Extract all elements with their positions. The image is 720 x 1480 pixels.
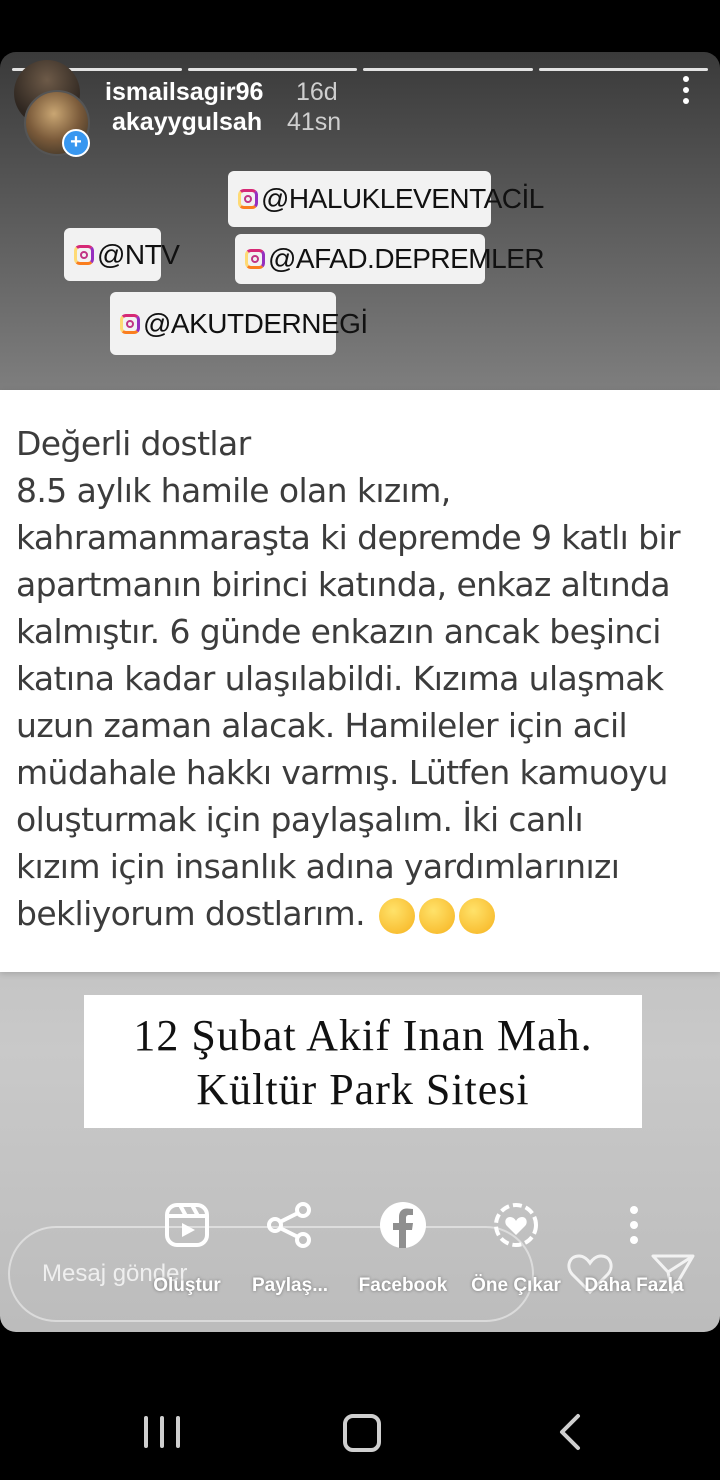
story-options-icon[interactable] xyxy=(680,76,692,110)
instagram-mention-icon xyxy=(120,313,140,334)
note-line: kalmıştır. 6 günde enkazın ancak beşinci xyxy=(16,612,661,651)
share-icon xyxy=(267,1202,311,1248)
sleepy-face-icon xyxy=(418,897,455,934)
mention-label: @HALUKLEVENTACİL xyxy=(261,183,544,214)
story-viewer[interactable]: + ismailsagir96 16d akayygulsah 41sn @HA… xyxy=(0,52,720,1332)
note-text: Değerli dostlar 8.5 aylık hamile olan kı… xyxy=(16,420,716,937)
note-line: oluşturmak için paylaşalım. İki canlı xyxy=(16,800,584,839)
recent-apps-icon[interactable] xyxy=(144,1416,180,1448)
action-more[interactable]: Daha Fazla xyxy=(578,1200,690,1297)
action-facebook[interactable]: Facebook xyxy=(352,1200,454,1297)
action-create[interactable]: Oluştur xyxy=(136,1200,238,1297)
action-label: Facebook xyxy=(358,1275,448,1296)
highlight-icon xyxy=(494,1203,538,1247)
more-icon xyxy=(630,1206,638,1244)
action-label: Öne Çıkar xyxy=(471,1275,561,1296)
screenshot-note: Değerli dostlar 8.5 aylık hamile olan kı… xyxy=(0,390,720,972)
progress-segment xyxy=(538,68,708,71)
mention-sticker[interactable]: @AFAD.DEPREMLER xyxy=(235,234,545,284)
progress-segment xyxy=(187,68,357,71)
note-line: uzun zaman alacak. Hamileler için acil xyxy=(16,706,628,745)
back-icon[interactable] xyxy=(552,1412,592,1452)
story-progress-bar xyxy=(12,68,708,71)
instagram-mention-icon xyxy=(245,249,265,269)
location-caption: 12 Şubat Akif Inan Mah. Kültür Park Site… xyxy=(84,995,642,1128)
username-primary[interactable]: ismailsagir96 xyxy=(105,78,263,107)
action-label: Daha Fazla xyxy=(584,1275,684,1296)
instagram-mention-icon xyxy=(238,189,258,209)
caption-line: 12 Şubat Akif Inan Mah. xyxy=(133,1011,593,1060)
mention-sticker[interactable]: @AKUTDERNEGİ xyxy=(110,292,368,355)
note-line: apartmanın birinci katında, enkaz altınd… xyxy=(16,565,671,604)
mention-label: @NTV xyxy=(97,238,180,270)
note-line: bekliyorum dostlarım. xyxy=(16,894,366,933)
caption-line: Kültür Park Sitesi xyxy=(196,1065,530,1114)
home-icon[interactable] xyxy=(343,1414,381,1452)
action-share[interactable]: Paylaş... xyxy=(244,1200,336,1297)
note-line: 8.5 aylık hamile olan kızım, xyxy=(16,471,451,510)
mention-label: @AFAD.DEPREMLER xyxy=(268,243,545,274)
post-time-secondary: 41sn xyxy=(287,108,342,136)
sleepy-face-icon xyxy=(378,897,415,934)
note-line: Değerli dostlar xyxy=(16,424,251,463)
username-secondary[interactable]: akayygulsah xyxy=(112,108,262,137)
reels-create-icon xyxy=(165,1203,209,1247)
progress-segment xyxy=(363,68,533,71)
sleepy-face-icon xyxy=(458,897,495,934)
post-time-primary: 16d xyxy=(296,78,338,106)
mention-sticker[interactable]: @NTV xyxy=(64,228,180,281)
facebook-icon xyxy=(380,1202,426,1248)
instagram-mention-icon xyxy=(74,244,94,265)
note-line: kızım için insanlık adına yardımlarınızı xyxy=(16,847,620,886)
action-label: Paylaş... xyxy=(251,1275,329,1296)
note-line: kahramanmaraşta ki depremde 9 katlı bir xyxy=(16,518,681,557)
action-highlight[interactable]: Öne Çıkar xyxy=(464,1200,568,1297)
action-label: Oluştur xyxy=(153,1275,221,1296)
system-navigation-bar xyxy=(0,1380,720,1480)
note-line: katına kadar ulaşılabildi. Kızıma ulaşma… xyxy=(16,659,664,698)
add-story-plus-icon[interactable]: + xyxy=(62,129,90,157)
mention-label: @AKUTDERNEGİ xyxy=(143,307,368,339)
note-line: müdahale hakkı varmış. Lütfen kamuoyu xyxy=(16,753,668,792)
mention-sticker[interactable]: @HALUKLEVENTACİL xyxy=(228,171,544,227)
